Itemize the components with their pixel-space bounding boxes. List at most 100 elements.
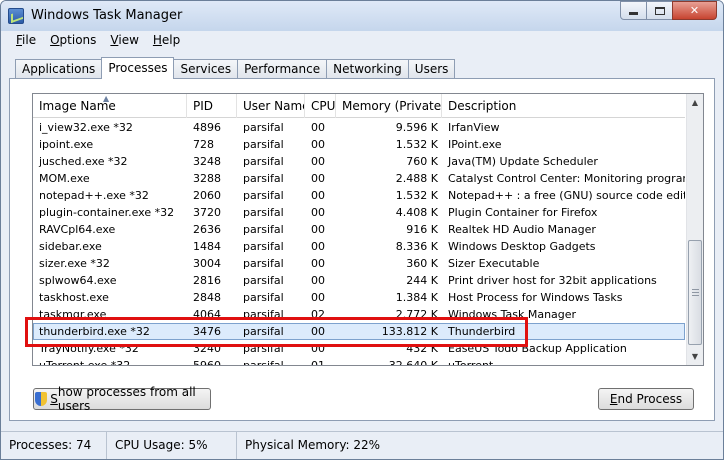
cell-cpu: 00	[311, 189, 325, 202]
tab-processes[interactable]: Processes	[101, 57, 175, 79]
column-cpu[interactable]: CPU	[305, 94, 336, 118]
table-row[interactable]: splwow64.exe 2816 parsifal 00 244 K Print dri…	[33, 272, 685, 289]
column-description[interactable]: Description	[442, 94, 685, 118]
cell-mem: 760 K	[406, 155, 438, 168]
cell-name: taskmgr.exe	[39, 308, 107, 321]
cell-cpu: 00	[311, 291, 325, 304]
cell-name: thunderbird.exe *32	[39, 325, 150, 338]
cell-user: parsifal	[243, 223, 284, 236]
scroll-up-icon[interactable]: ▲	[687, 94, 703, 111]
column-user-name[interactable]: User Name	[237, 94, 305, 118]
cell-pid: 728	[193, 138, 214, 151]
cell-name: RAVCpl64.exe	[39, 223, 116, 236]
title-bar[interactable]: Windows Task Manager ✕	[1, 1, 723, 31]
cell-name: splwow64.exe	[39, 274, 117, 287]
cell-user: parsifal	[243, 308, 284, 321]
cell-name: i_view32.exe *32	[39, 121, 133, 134]
cell-desc: Catalyst Control Center: Monitoring prog…	[448, 172, 685, 185]
cell-pid: 3288	[193, 172, 221, 185]
cell-mem: 32.640 K	[388, 359, 438, 366]
grip-icon	[692, 289, 699, 296]
sort-ascending-icon: ▲	[103, 94, 110, 103]
table-row[interactable]: ipoint.exe 728 parsifal 00 1.532 K IPoint.exe	[33, 136, 685, 153]
task-manager-icon	[8, 8, 24, 24]
cell-pid: 2816	[193, 274, 221, 287]
cell-mem: 8.336 K	[395, 240, 438, 253]
shield-icon	[34, 392, 48, 406]
cell-desc: Sizer Executable	[448, 257, 540, 270]
column-memory[interactable]: Memory (Private ...	[336, 94, 442, 118]
cell-name: MOM.exe	[39, 172, 90, 185]
tab-performance[interactable]: Performance	[237, 59, 328, 79]
cell-name: sidebar.exe	[39, 240, 102, 253]
scroll-down-icon[interactable]: ▼	[687, 348, 703, 365]
cell-desc: Java(TM) Update Scheduler	[448, 155, 598, 168]
cell-pid: 5960	[193, 359, 221, 366]
cell-cpu: 02	[311, 308, 325, 321]
cell-desc: EaseUS Todo Backup Application	[448, 342, 627, 355]
table-row[interactable]: sidebar.exe 1484 parsifal 00 8.336 K Windows …	[33, 238, 685, 255]
cell-pid: 3248	[193, 155, 221, 168]
table-row[interactable]: sizer.exe *32 3004 parsifal 00 360 K Sizer Ex…	[33, 255, 685, 272]
table-row[interactable]: plugin-container.exe *32 3720 parsifal 00 4.…	[33, 204, 685, 221]
table-row[interactable]: jusched.exe *32 3248 parsifal 00 760 K Java(T…	[33, 153, 685, 170]
table-row[interactable]: i_view32.exe *32 4896 parsifal 00 9.596 K Irf…	[33, 119, 685, 136]
table-row[interactable]: RAVCpl64.exe 2636 parsifal 00 916 K Realtek H…	[33, 221, 685, 238]
cell-user: parsifal	[243, 189, 284, 202]
tab-applications[interactable]: Applications	[15, 59, 103, 79]
cell-user: parsifal	[243, 274, 284, 287]
table-row[interactable]: uTorrent.exe *32 5960 parsifal 01 32.640 K µT…	[33, 357, 685, 366]
cell-pid: 2060	[193, 189, 221, 202]
scroll-thumb[interactable]	[688, 240, 702, 345]
window-title: Windows Task Manager	[31, 8, 183, 23]
status-bar: Processes: 74 CPU Usage: 5% Physical Mem…	[1, 431, 723, 459]
menu-file[interactable]: File	[9, 31, 43, 51]
minimize-button[interactable]	[620, 1, 647, 20]
cell-user: parsifal	[243, 172, 284, 185]
cell-user: parsifal	[243, 138, 284, 151]
cell-mem: 4.408 K	[395, 206, 438, 219]
maximize-button[interactable]	[646, 1, 673, 20]
table-row[interactable]: notepad++.exe *32 2060 parsifal 00 1.532 K No…	[33, 187, 685, 204]
cell-name: sizer.exe *32	[39, 257, 110, 270]
cell-cpu: 00	[311, 121, 325, 134]
show-all-users-button[interactable]: Show processes from all users	[33, 385, 211, 413]
vertical-scrollbar[interactable]: ▲ ▼	[686, 94, 703, 365]
tab-networking[interactable]: Networking	[326, 59, 409, 79]
status-physical-memory: Physical Memory: 22%	[245, 438, 381, 452]
column-image-name[interactable]: ▲ Image Name	[33, 94, 187, 118]
end-process-button[interactable]: End Process	[598, 388, 694, 410]
cell-name: plugin-container.exe *32	[39, 206, 175, 219]
cell-name: taskhost.exe	[39, 291, 109, 304]
tab-services[interactable]: Services	[173, 59, 239, 79]
close-button[interactable]: ✕	[672, 1, 717, 20]
table-row[interactable]: TrayNotify.exe *32 3240 parsifal 00 432 K Eas…	[33, 340, 685, 357]
cell-pid: 2636	[193, 223, 221, 236]
cell-mem: 9.596 K	[395, 121, 438, 134]
task-manager-window: Windows Task Manager ✕ File Options View…	[0, 0, 724, 460]
process-list[interactable]: ▲ Image Name PID User Name CPU Memory (P…	[32, 93, 704, 366]
tab-users[interactable]: Users	[407, 59, 456, 79]
cell-desc: Host Process for Windows Tasks	[448, 291, 623, 304]
menu-options[interactable]: Options	[43, 31, 103, 51]
menu-help[interactable]: Help	[146, 31, 187, 51]
cell-pid: 4896	[193, 121, 221, 134]
status-processes: Processes: 74	[1, 432, 107, 459]
column-pid[interactable]: PID	[187, 94, 237, 118]
table-row[interactable]: taskhost.exe 2848 parsifal 00 1.384 K Host Pr…	[33, 289, 685, 306]
cell-user: parsifal	[243, 121, 284, 134]
cell-desc: Thunderbird	[448, 325, 516, 338]
cell-cpu: 00	[311, 240, 325, 253]
menu-view[interactable]: View	[103, 31, 145, 51]
table-row[interactable]: MOM.exe 3288 parsifal 00 2.488 K Catalyst Con…	[33, 170, 685, 187]
cell-desc: Notepad++ : a free (GNU) source code edi…	[448, 189, 685, 202]
list-header: ▲ Image Name PID User Name CPU Memory (P…	[33, 94, 685, 118]
table-row[interactable]: taskmgr.exe 4064 parsifal 02 2.772 K Windows …	[33, 306, 685, 323]
table-row[interactable]: thunderbird.exe *32 3476 parsifal 00 133.812…	[33, 323, 685, 340]
cell-pid: 2848	[193, 291, 221, 304]
cell-cpu: 00	[311, 274, 325, 287]
cell-cpu: 00	[311, 155, 325, 168]
cell-user: parsifal	[243, 240, 284, 253]
cell-cpu: 00	[311, 325, 325, 338]
cell-name: notepad++.exe *32	[39, 189, 149, 202]
